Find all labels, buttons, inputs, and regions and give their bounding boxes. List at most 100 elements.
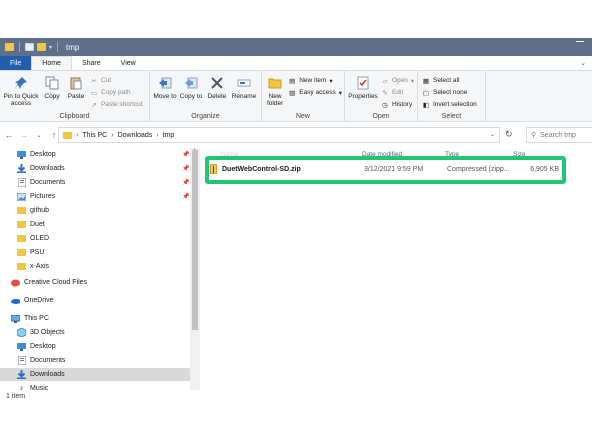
desktop-icon [17,342,26,351]
toolbar-divider [19,42,20,52]
breadcrumb-downloads[interactable]: Downloads [118,132,153,139]
nav-item-x-axis[interactable]: x-Axis [0,260,190,273]
breadcrumb-this-pc[interactable]: This PC [82,132,107,139]
nav-item-label: PSU [30,249,45,256]
minimize-button[interactable] [576,41,584,42]
recent-locations-icon[interactable]: ⌄ [33,132,45,139]
nav-item-onedrive[interactable]: OneDrive [0,294,190,307]
nav-item-github[interactable]: github [0,204,190,217]
easy-access-button[interactable]: ▨ Easy access ▾ [288,88,342,97]
collapse-ribbon-icon[interactable]: ⌄ [580,59,586,67]
pin-icon[interactable]: 📌 [182,193,189,200]
chevron-right-icon: › [156,131,159,139]
creative-cloud-icon [11,279,20,287]
highlight-box [205,156,566,184]
nav-item-desktop[interactable]: Desktop 📌 [0,148,190,161]
organize-group-label: Organize [191,113,220,120]
nav-item-downloads-pc[interactable]: Downloads [0,368,190,381]
open-group-label: Open [372,113,390,120]
chevron-down-icon: ▾ [410,77,415,85]
clipboard-group-label: Clipboard [59,113,90,120]
ribbon: Pin to Quick access Copy Paste ✂ Cut ▭ C… [0,70,592,122]
nav-item-label: Duet [30,221,45,228]
folder-icon [17,263,26,271]
paste-label: Paste [67,93,85,100]
pin-icon[interactable]: 📌 [182,151,189,158]
tab-share[interactable]: Share [72,56,111,70]
chevron-down-icon[interactable]: ⌄ [490,131,495,138]
onedrive-icon [11,297,20,305]
tab-file[interactable]: File [0,56,32,70]
organize-group: Move to Copy to Delete Rename Organize [150,71,262,121]
nav-item-this-pc[interactable]: This PC [0,312,190,325]
folder-icon [17,221,26,229]
nav-item-label: Downloads [30,371,65,378]
breadcrumb-tmp[interactable]: tmp [163,132,175,139]
address-bar[interactable]: › This PC › Downloads › tmp ⌄ [58,127,500,143]
file-explorer-window: ▾ tmp File Home Share View ⌄ Pin to Quic… [0,38,592,402]
nav-item-creative-cloud-files[interactable]: Creative Cloud Files [0,276,190,289]
nav-item-oled[interactable]: OLED [0,232,190,245]
nav-item-label: x-Axis [30,263,50,270]
paste-shortcut-label: Paste shortcut [101,101,143,108]
chevron-right-icon: › [111,131,114,139]
new-item-button[interactable]: ▤ New item ▾ [288,76,342,85]
item-count: 1 item [6,392,26,400]
title-bar: ▾ tmp [0,38,592,56]
new-folder-icon[interactable] [37,43,46,51]
tab-view[interactable]: View [111,56,146,70]
delete-icon [209,75,225,91]
nav-item-downloads[interactable]: Downloads 📌 [0,162,190,175]
open-label: Open [392,77,408,84]
nav-pane-scrollbar[interactable]: ▲ [190,147,200,392]
download-icon [17,370,26,379]
new-folder-icon [267,75,283,91]
scrollbar-thumb[interactable] [192,150,198,330]
forward-arrow-icon[interactable]: → [18,130,30,140]
nav-item-duet[interactable]: Duet [0,218,190,231]
toolbar-divider [57,42,59,52]
back-arrow-icon[interactable]: ← [3,130,15,140]
pictures-icon [17,192,26,201]
chevron-right-icon: › [76,131,79,139]
nav-item-3d-objects[interactable]: 3D Objects [0,326,190,339]
pin-to-quick-access-label: Pin to Quick access [3,93,39,107]
nav-item-documents[interactable]: Documents 📌 [0,176,190,189]
nav-item-psu[interactable]: PSU [0,246,190,259]
copy-path-button[interactable]: ▭ Copy path [90,88,143,97]
nav-item-label: 3D Objects [30,329,65,336]
chevron-down-icon: ▾ [338,89,342,97]
pin-icon [13,75,29,91]
edit-button[interactable]: ✎ Edit [381,88,414,97]
cut-button[interactable]: ✂ Cut [90,76,143,85]
documents-icon [17,178,26,187]
scissors-icon: ✂ [91,77,97,85]
tab-home[interactable]: Home [31,56,72,70]
nav-item-documents-pc[interactable]: Documents [0,354,190,367]
clipboard-group: Pin to Quick access Copy Paste ✂ Cut ▭ C… [0,71,150,121]
paste-shortcut-button[interactable]: ↗ Paste shortcut [90,100,143,109]
nav-item-desktop-pc[interactable]: Desktop [0,340,190,353]
properties-icon[interactable] [25,43,34,51]
chevron-down-icon[interactable]: ▾ [49,44,52,51]
new-folder-label: New folder [266,93,284,107]
nav-item-pictures[interactable]: Pictures 📌 [0,190,190,203]
status-bar: 1 item [0,390,592,402]
nav-item-label: Documents [30,357,66,364]
new-group-label: New [295,113,310,120]
select-none-button[interactable]: ▢ Select none [422,88,477,97]
search-input[interactable]: ⚲ Search tmp [526,127,592,143]
pin-icon[interactable]: 📌 [182,179,189,186]
history-button[interactable]: ◷ History [381,100,414,109]
refresh-icon[interactable]: ↻ [505,129,513,140]
open-group: Properties ▱ Open ▾ ✎ Edit ◷ History Ope… [345,71,418,121]
easy-access-icon: ▨ [289,89,296,97]
copy-to-icon [183,75,199,91]
address-row: ← → ⌄ ↑ › This PC › Downloads › tmp ⌄ ↻ … [0,126,592,144]
pin-icon[interactable]: 📌 [182,165,189,172]
invert-selection-button[interactable]: ◧ Invert selection [422,100,477,109]
nav-item-label: OLED [30,235,50,242]
select-all-button[interactable]: ▦ Select all [422,76,477,85]
open-button[interactable]: ▱ Open ▾ [381,76,415,85]
folder-icon [17,235,26,243]
